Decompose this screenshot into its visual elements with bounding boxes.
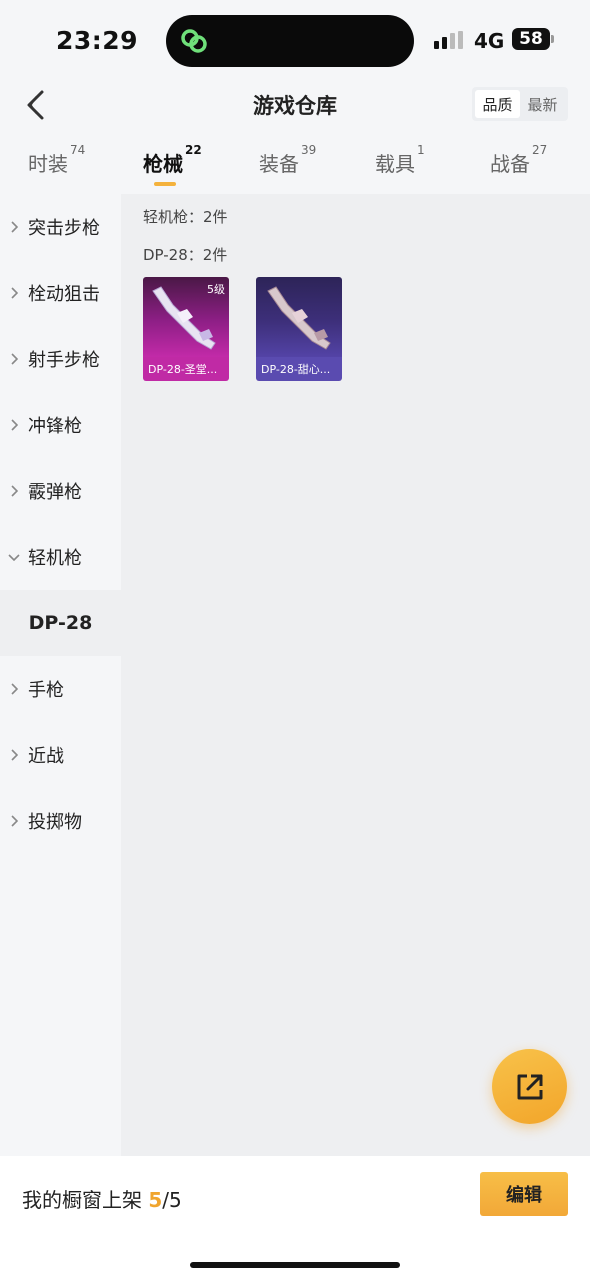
category-tabs: 时装74 枪械22 装备39 载具1 战备27 [0, 142, 590, 192]
chevron-right-icon [0, 485, 28, 497]
shelf-current-count: 5 [148, 1188, 163, 1212]
header: 游戏仓库 品质 最新 [0, 80, 590, 128]
tab-label: 装备 [259, 152, 299, 176]
tab-label: 时装 [28, 152, 68, 176]
sidebar-item-assault-rifle[interactable]: 突击步枪 [0, 194, 121, 260]
sidebar-item-label: 近战 [28, 746, 64, 767]
sidebar-item-label: 突击步枪 [28, 218, 100, 239]
tab-label: 战备 [490, 152, 530, 176]
shelf-total-count: /5 [162, 1188, 182, 1212]
chevron-right-icon [0, 749, 28, 761]
chevron-right-icon [0, 683, 28, 695]
shelf-prefix: 我的橱窗上架 [22, 1188, 149, 1212]
subgroup-count-label: DP-28：2件 [143, 246, 228, 264]
signal-icon [434, 31, 466, 49]
item-card[interactable]: 5级 DP-28-圣堂... [143, 277, 229, 381]
chevron-right-icon [0, 221, 28, 233]
tab-label: 载具 [375, 152, 415, 176]
sidebar-item-label: DP-28 [28, 612, 93, 634]
sidebar-item-label: 射手步枪 [28, 350, 100, 371]
tab-count: 74 [70, 143, 86, 158]
battery-icon: 58 [512, 28, 550, 50]
sidebar-item-label: 手枪 [28, 680, 64, 701]
sidebar-item-label: 霰弹枪 [28, 482, 82, 503]
home-indicator[interactable] [190, 1262, 400, 1268]
item-image [256, 277, 342, 357]
tab-combat-gear[interactable]: 战备27 [490, 143, 547, 177]
chevron-right-icon [0, 815, 28, 827]
sidebar-item-throwables[interactable]: 投掷物 [0, 788, 121, 854]
sidebar-item-label: 栓动狙击 [28, 284, 100, 305]
sort-option-quality[interactable]: 品质 [475, 90, 520, 118]
chevron-right-icon [0, 419, 28, 431]
share-button[interactable] [492, 1049, 567, 1124]
item-grid-panel: 轻机枪：2件 DP-28：2件 5级 DP-28-圣堂... DP-28-甜心.… [121, 194, 590, 1156]
sidebar: 突击步枪 栓动狙击 射手步枪 冲锋枪 霰弹枪 轻机枪 DP-28 手枪 近战 投… [0, 194, 121, 1156]
status-bar: 23:29 4G 58 [0, 0, 590, 80]
tab-vehicles[interactable]: 载具1 [375, 143, 425, 177]
sidebar-item-label: 冲锋枪 [28, 416, 82, 437]
sidebar-item-marksman-rifle[interactable]: 射手步枪 [0, 326, 121, 392]
chevron-right-icon [0, 287, 28, 299]
tab-count: 22 [185, 143, 202, 158]
chevron-down-icon [0, 553, 28, 561]
tab-label: 枪械 [143, 152, 183, 176]
tab-count: 27 [532, 143, 548, 158]
tab-fashion[interactable]: 时装74 [28, 143, 85, 177]
sidebar-item-bolt-sniper[interactable]: 栓动狙击 [0, 260, 121, 326]
gun-icon [267, 286, 331, 350]
edit-button[interactable]: 编辑 [480, 1172, 568, 1216]
sidebar-item-lmg[interactable]: 轻机枪 [0, 524, 121, 590]
sidebar-item-label: 投掷物 [28, 812, 82, 833]
share-icon [517, 1074, 542, 1099]
dynamic-island [166, 15, 414, 67]
sidebar-item-shotgun[interactable]: 霰弹枪 [0, 458, 121, 524]
sidebar-item-smg[interactable]: 冲锋枪 [0, 392, 121, 458]
sort-option-latest[interactable]: 最新 [520, 90, 565, 118]
showcase-shelf-label: 我的橱窗上架 5/5 [22, 1184, 182, 1213]
sidebar-item-label: 轻机枪 [28, 548, 82, 569]
battery-tip [551, 35, 554, 43]
link-icon [181, 29, 207, 53]
sidebar-item-dp28[interactable]: DP-28 [0, 590, 121, 656]
item-name: DP-28-圣堂... [143, 357, 229, 381]
category-count-label: 轻机枪：2件 [143, 208, 228, 226]
tab-firearms[interactable]: 枪械22 [143, 143, 202, 177]
tab-count: 1 [417, 143, 425, 158]
active-tab-indicator [154, 182, 176, 186]
chevron-right-icon [0, 353, 28, 365]
sidebar-item-pistol[interactable]: 手枪 [0, 656, 121, 722]
item-name: DP-28-甜心... [256, 357, 342, 381]
sort-toggle[interactable]: 品质 最新 [472, 87, 568, 121]
status-time: 23:29 [56, 26, 139, 55]
tab-equipment[interactable]: 装备39 [259, 143, 316, 177]
tab-count: 39 [301, 143, 317, 158]
network-type: 4G [474, 29, 505, 53]
sidebar-item-melee[interactable]: 近战 [0, 722, 121, 788]
item-card[interactable]: DP-28-甜心... [256, 277, 342, 381]
item-level-badge: 5级 [207, 283, 225, 296]
